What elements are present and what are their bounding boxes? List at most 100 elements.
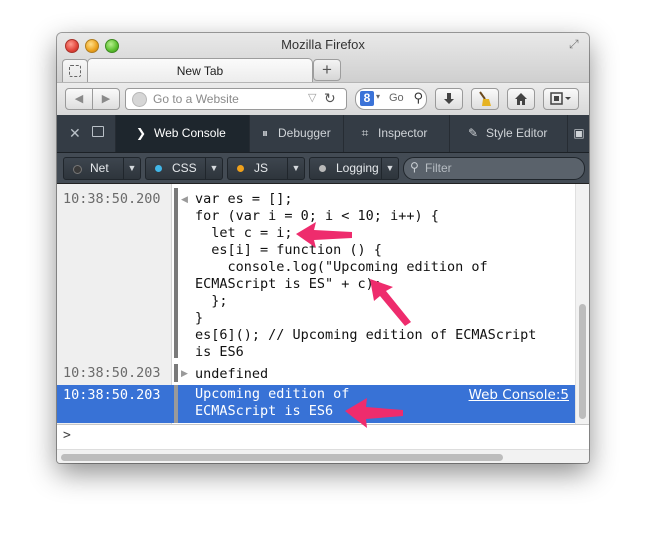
code-line: ECMAScript is ES" + c); xyxy=(195,276,382,292)
tab-new-tab[interactable]: New Tab xyxy=(87,58,313,83)
logging-dot-icon xyxy=(319,165,326,172)
tab-label: Style Editor xyxy=(486,126,548,140)
search-icon: ⚲ xyxy=(410,160,419,174)
downloads-button[interactable] xyxy=(435,88,463,110)
scrollbar-thumb[interactable] xyxy=(579,304,586,419)
scrollbar-thumb[interactable] xyxy=(61,454,503,461)
engine-dropdown-icon[interactable]: ▾ xyxy=(376,92,380,101)
timestamp: 10:38:50.203 xyxy=(63,365,161,381)
code-line: es[6](); // Upcoming edition of ECMAScri… xyxy=(195,327,537,343)
tab-strip: New Tab + xyxy=(57,55,589,83)
filter-label: Logging xyxy=(336,161,379,175)
tab-label: Inspector xyxy=(378,126,428,140)
input-marker xyxy=(174,188,178,358)
net-dot-icon xyxy=(73,165,82,174)
code-line: } xyxy=(195,310,204,326)
devtools-toolbar: ✕ ❯ Web Console ⏸ Debugger ⌗ Inspector ✎ Sty… xyxy=(57,115,589,153)
tab-label: Web Console xyxy=(154,126,226,140)
filter-label: Net xyxy=(90,161,109,175)
filter-css-button[interactable]: CSS ▼ xyxy=(145,157,223,180)
code-line: console.log("Upcoming edition of xyxy=(195,259,488,275)
cube-icon: ▣ xyxy=(573,126,585,140)
tab-debugger[interactable]: ⏸ Debugger xyxy=(249,115,344,152)
tab-style-editor[interactable]: ✎ Style Editor xyxy=(449,115,568,152)
tab-groups-icon xyxy=(69,65,81,77)
tab-label: New Tab xyxy=(176,64,224,78)
console-icon: ❯ xyxy=(135,126,147,140)
menu-button[interactable] xyxy=(543,88,579,110)
window-title: Mozilla Firefox xyxy=(281,37,365,52)
chevron-down-icon[interactable]: ▼ xyxy=(287,158,304,179)
filter-input[interactable]: ⚲ Filter xyxy=(403,157,585,180)
download-icon xyxy=(444,93,454,104)
clear-history-button[interactable] xyxy=(471,88,499,110)
close-devtools-icon[interactable]: ✕ xyxy=(69,125,81,142)
js-dot-icon xyxy=(237,165,244,172)
css-dot-icon xyxy=(155,165,162,172)
code-line: for (var i = 0; i < 10; i++) { xyxy=(195,208,439,224)
debugger-icon: ⏸ xyxy=(261,126,268,140)
filter-placeholder: Filter xyxy=(425,161,452,175)
timestamp: 10:38:50.203 xyxy=(63,387,161,403)
inspector-icon: ⌗ xyxy=(361,126,369,140)
console-entry-output[interactable]: 10:38:50.203 ▶ undefined xyxy=(57,362,575,384)
style-editor-icon: ✎ xyxy=(467,126,479,140)
code-line: undefined xyxy=(195,366,269,382)
log-line: Upcoming edition of xyxy=(195,386,350,402)
code-line: }; xyxy=(195,293,228,309)
console-filter-bar: Net ▼ CSS ▼ JS ▼ Logging ▼ ⚲ Filter xyxy=(57,153,589,184)
code-line: is ES6 xyxy=(195,344,244,360)
source-link[interactable]: Web Console:5 xyxy=(469,387,569,403)
broom-icon xyxy=(479,91,491,106)
console-input[interactable]: > xyxy=(57,424,589,449)
filter-js-button[interactable]: JS ▼ xyxy=(227,157,305,180)
tab-web-console[interactable]: ❯ Web Console xyxy=(115,115,250,152)
input-arrow-icon: ◀ xyxy=(181,194,188,204)
forward-button[interactable]: ▶ xyxy=(92,88,120,110)
title-bar: Mozilla Firefox ⤢ New Tab + xyxy=(57,33,589,83)
menu-icon xyxy=(550,92,571,105)
google-icon[interactable]: 8 xyxy=(360,91,374,106)
url-bar[interactable]: Go to a Website ▽ ↻ xyxy=(125,88,347,110)
code-line: var es = []; xyxy=(195,191,293,207)
vertical-scrollbar[interactable] xyxy=(575,184,589,424)
chevron-down-icon[interactable]: ▼ xyxy=(123,158,140,179)
code-line: es[i] = function () { xyxy=(195,242,382,258)
console-entry-input[interactable]: 10:38:50.200 ◀ var es = []; for (var i =… xyxy=(57,184,575,360)
chevron-down-icon[interactable]: ▼ xyxy=(205,158,222,179)
filter-logging-button[interactable]: Logging ▼ xyxy=(309,157,399,180)
history-dropdown-icon[interactable]: ▽ xyxy=(308,91,316,104)
url-placeholder: Go to a Website xyxy=(153,92,239,106)
fullscreen-icon[interactable]: ⤢ xyxy=(569,37,583,51)
prompt-icon: > xyxy=(63,428,71,443)
output-marker xyxy=(174,364,178,382)
console-output[interactable]: 10:38:50.200 ◀ var es = []; for (var i =… xyxy=(57,184,589,424)
tab-label: Debugger xyxy=(278,126,331,140)
filter-net-button[interactable]: Net ▼ xyxy=(63,157,141,180)
globe-icon xyxy=(132,92,147,107)
log-marker xyxy=(174,385,178,423)
home-button[interactable] xyxy=(507,88,535,110)
tab-overflow[interactable]: ▣ xyxy=(567,115,589,152)
navigation-bar: ◀ ▶ Go to a Website ▽ ↻ 8 ▾ Go ⚲ xyxy=(57,82,589,116)
filter-label: CSS xyxy=(172,161,197,175)
log-line: ECMAScript is ES6 xyxy=(195,403,334,419)
app-tab[interactable] xyxy=(62,59,88,82)
search-input[interactable]: 8 ▾ Go ⚲ xyxy=(355,88,427,110)
tab-inspector[interactable]: ⌗ Inspector xyxy=(343,115,450,152)
chevron-down-icon[interactable]: ▼ xyxy=(381,158,398,179)
firefox-window: Mozilla Firefox ⤢ New Tab + ◀ ▶ Go to a … xyxy=(57,33,589,463)
horizontal-scrollbar[interactable] xyxy=(57,449,589,463)
search-text: Go xyxy=(389,92,404,104)
code-line: let c = i; xyxy=(195,225,293,241)
new-tab-button[interactable]: + xyxy=(313,59,341,81)
timestamp: 10:38:50.200 xyxy=(63,191,161,207)
home-icon xyxy=(515,93,527,105)
output-arrow-icon: ▶ xyxy=(181,368,188,378)
back-button[interactable]: ◀ xyxy=(65,88,93,110)
search-icon[interactable]: ⚲ xyxy=(413,90,423,106)
filter-label: JS xyxy=(254,161,269,175)
console-entry-log-selected[interactable]: 10:38:50.203 Upcoming edition of ECMAScr… xyxy=(57,385,575,423)
reload-icon[interactable]: ↻ xyxy=(324,90,336,107)
dock-icon[interactable] xyxy=(92,126,104,137)
